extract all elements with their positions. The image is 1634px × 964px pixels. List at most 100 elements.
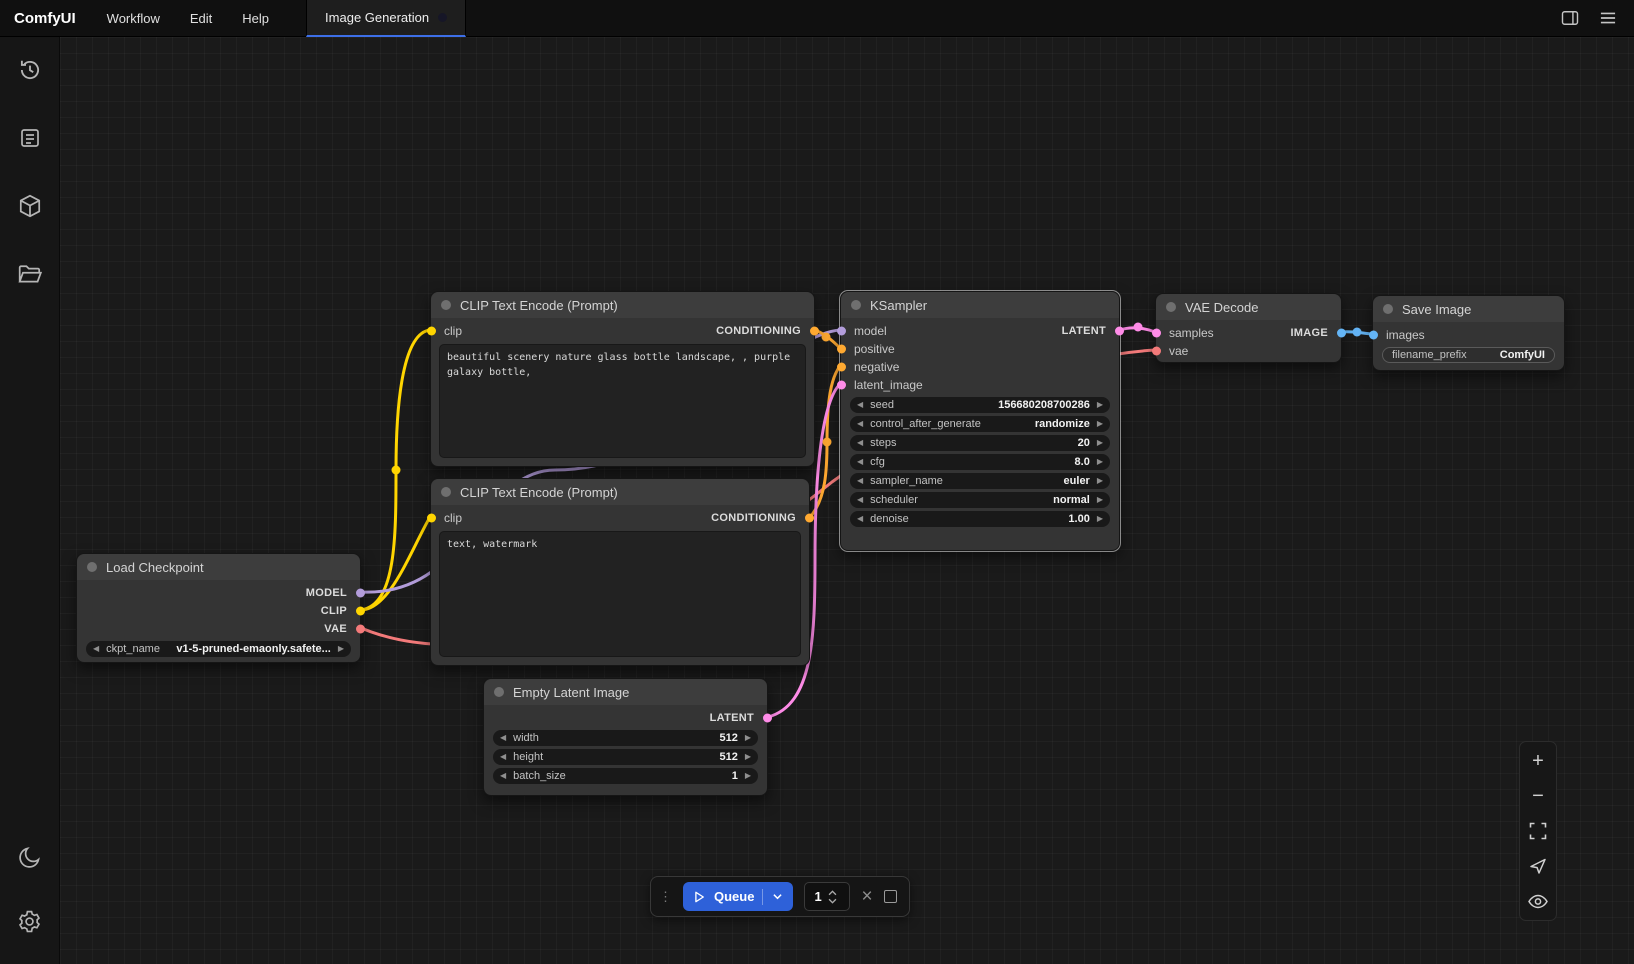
menu-help[interactable]: Help (227, 0, 284, 36)
node-vae-decode[interactable]: VAE Decode samples IMAGE vae (1155, 293, 1342, 363)
node-header[interactable]: Save Image (1373, 296, 1564, 322)
widget-denoise[interactable]: ◀ denoise 1.00 ▶ (850, 511, 1110, 527)
output-slot-model[interactable] (356, 589, 365, 598)
node-save-image[interactable]: Save Image images filename_prefix ComfyU… (1372, 295, 1565, 371)
select-cursor-icon[interactable] (1527, 855, 1549, 877)
prev-value-icon[interactable]: ◀ (857, 477, 863, 485)
drag-handle-icon[interactable]: ⋮ (659, 889, 672, 905)
node-library-cube-icon[interactable] (13, 189, 47, 223)
output-slot-image[interactable] (1337, 329, 1346, 338)
settings-gear-icon[interactable] (13, 904, 47, 938)
node-graph-canvas[interactable]: Load Checkpoint MODEL CLIP VAE ◀ ckpt_na… (60, 37, 1634, 964)
decrement-icon[interactable]: ◀ (857, 458, 863, 466)
widget-scheduler[interactable]: ◀ scheduler normal ▶ (850, 492, 1110, 508)
input-slot-negative[interactable] (837, 363, 846, 372)
fit-view-icon[interactable] (1527, 820, 1549, 842)
output-slot-latent[interactable] (1115, 327, 1124, 336)
decrement-icon[interactable]: ◀ (857, 515, 863, 523)
interrupt-close-icon[interactable]: × (861, 887, 872, 906)
stop-icon[interactable] (884, 890, 897, 903)
widget-control-after-generate[interactable]: ◀ control_after_generate randomize ▶ (850, 416, 1110, 432)
input-slot-vae[interactable] (1152, 347, 1161, 356)
node-ksampler[interactable]: KSampler model LATENT positive negative … (840, 291, 1120, 551)
collapse-dot[interactable] (1166, 302, 1176, 312)
collapse-dot[interactable] (494, 687, 504, 697)
node-header[interactable]: KSampler (841, 292, 1119, 318)
collapse-dot[interactable] (441, 487, 451, 497)
widget-sampler-name[interactable]: ◀ sampler_name euler ▶ (850, 473, 1110, 489)
widget-height[interactable]: ◀ height 512 ▶ (493, 749, 758, 765)
collapse-dot[interactable] (851, 300, 861, 310)
toggle-visibility-eye-icon[interactable] (1527, 890, 1549, 912)
output-slot-latent[interactable] (763, 714, 772, 723)
step-down-icon[interactable] (828, 898, 837, 904)
collapse-dot[interactable] (87, 562, 97, 572)
history-icon[interactable] (13, 53, 47, 87)
prev-value-icon[interactable]: ◀ (857, 420, 863, 428)
next-value-icon[interactable]: ▶ (1097, 420, 1103, 428)
node-clip-text-encode-positive[interactable]: CLIP Text Encode (Prompt) clip CONDITION… (430, 291, 815, 467)
zoom-in-icon[interactable]: + (1527, 750, 1549, 772)
node-clip-text-encode-negative[interactable]: CLIP Text Encode (Prompt) clip CONDITION… (430, 478, 810, 666)
step-up-icon[interactable] (828, 890, 837, 896)
output-slot-vae[interactable] (356, 625, 365, 634)
increment-icon[interactable]: ▶ (1097, 439, 1103, 447)
decrement-icon[interactable]: ◀ (500, 772, 506, 780)
input-slot-images[interactable] (1369, 331, 1378, 340)
decrement-icon[interactable]: ◀ (500, 753, 506, 761)
next-value-icon[interactable]: ▶ (1097, 477, 1103, 485)
next-value-icon[interactable]: ▶ (338, 645, 344, 653)
increment-icon[interactable]: ▶ (745, 753, 751, 761)
theme-moon-icon[interactable] (13, 840, 47, 874)
next-value-icon[interactable]: ▶ (1097, 496, 1103, 504)
menu-workflow[interactable]: Workflow (92, 0, 175, 36)
widget-steps[interactable]: ◀ steps 20 ▶ (850, 435, 1110, 451)
collapse-dot[interactable] (1383, 304, 1393, 314)
zoom-out-icon[interactable]: − (1527, 785, 1549, 807)
prompt-textarea[interactable]: text, watermark (439, 531, 801, 657)
panel-toggle-icon[interactable] (1556, 4, 1584, 32)
increment-icon[interactable]: ▶ (745, 734, 751, 742)
workflows-folder-icon[interactable] (13, 257, 47, 291)
decrement-icon[interactable]: ◀ (857, 439, 863, 447)
increment-icon[interactable]: ▶ (1097, 458, 1103, 466)
input-slot-latent-image[interactable] (837, 381, 846, 390)
hamburger-menu-icon[interactable] (1594, 4, 1622, 32)
tab-image-generation[interactable]: Image Generation (306, 0, 466, 37)
collapse-dot[interactable] (441, 300, 451, 310)
input-slot-positive[interactable] (837, 345, 846, 354)
increment-icon[interactable]: ▶ (1097, 515, 1103, 523)
output-slot-conditioning[interactable] (805, 514, 814, 523)
queue-button[interactable]: Queue (683, 882, 793, 911)
menu-edit[interactable]: Edit (175, 0, 227, 36)
output-slot-clip[interactable] (356, 607, 365, 616)
output-slot-conditioning[interactable] (810, 327, 819, 336)
node-header[interactable]: CLIP Text Encode (Prompt) (431, 292, 814, 318)
decrement-icon[interactable]: ◀ (857, 401, 863, 409)
widget-filename-prefix[interactable]: filename_prefix ComfyUI (1382, 347, 1555, 363)
node-load-checkpoint[interactable]: Load Checkpoint MODEL CLIP VAE ◀ ckpt_na… (76, 553, 361, 663)
input-slot-model[interactable] (837, 327, 846, 336)
widget-width[interactable]: ◀ width 512 ▶ (493, 730, 758, 746)
node-header[interactable]: VAE Decode (1156, 294, 1341, 320)
batch-count-stepper[interactable]: 1 (804, 882, 850, 911)
stepper-arrows[interactable] (828, 890, 837, 904)
prev-value-icon[interactable]: ◀ (93, 645, 99, 653)
widget-batch-size[interactable]: ◀ batch_size 1 ▶ (493, 768, 758, 784)
node-header[interactable]: Empty Latent Image (484, 679, 767, 705)
widget-cfg[interactable]: ◀ cfg 8.0 ▶ (850, 454, 1110, 470)
prompt-textarea[interactable]: beautiful scenery nature glass bottle la… (439, 344, 806, 458)
input-slot-clip[interactable] (427, 327, 436, 336)
prev-value-icon[interactable]: ◀ (857, 496, 863, 504)
node-empty-latent-image[interactable]: Empty Latent Image LATENT ◀ width 512 ▶ … (483, 678, 768, 796)
increment-icon[interactable]: ▶ (745, 772, 751, 780)
node-header[interactable]: Load Checkpoint (77, 554, 360, 580)
node-templates-icon[interactable] (13, 121, 47, 155)
increment-icon[interactable]: ▶ (1097, 401, 1103, 409)
node-header[interactable]: CLIP Text Encode (Prompt) (431, 479, 809, 505)
chevron-down-icon[interactable] (771, 890, 784, 903)
decrement-icon[interactable]: ◀ (500, 734, 506, 742)
input-slot-clip[interactable] (427, 514, 436, 523)
widget-seed[interactable]: ◀ seed 156680208700286 ▶ (850, 397, 1110, 413)
widget-ckpt-name[interactable]: ◀ ckpt_name v1-5-pruned-emaonly.safete..… (86, 641, 351, 657)
